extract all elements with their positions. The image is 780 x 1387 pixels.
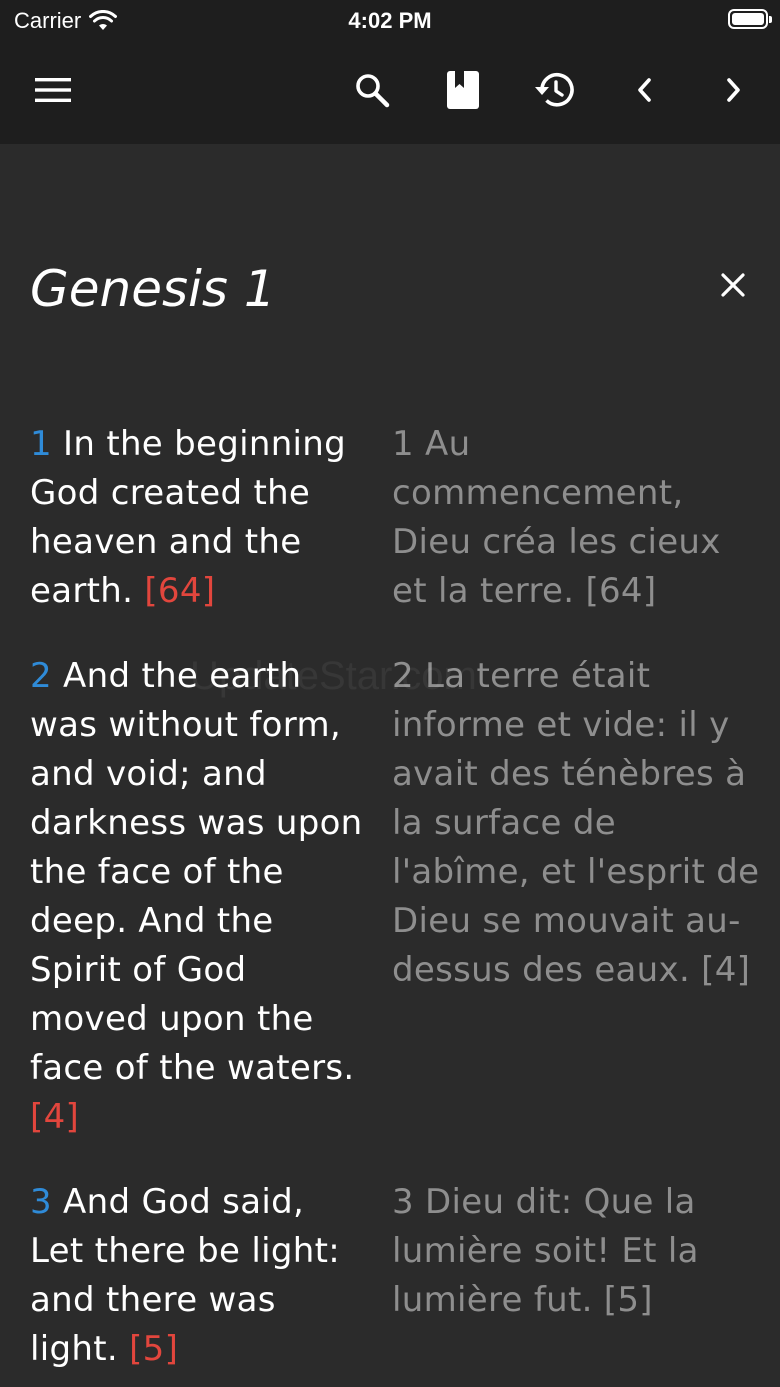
status-time: 4:02 PM	[348, 8, 432, 33]
verse-row[interactable]: 3 And God said, Let there be light: and …	[30, 1178, 760, 1374]
chapter-content[interactable]: Genesis 1 1 In the beginning God created…	[0, 144, 780, 1387]
verse-number: 1	[30, 424, 52, 464]
close-button[interactable]	[710, 262, 756, 308]
verse-english: 3 And God said, Let there be light: and …	[30, 1178, 368, 1374]
cross-reference-link[interactable]: [5]	[129, 1329, 178, 1369]
chapter-title: Genesis 1	[30, 260, 276, 318]
verse-french: 2 La terre était informe et vide: il y a…	[392, 656, 760, 990]
verse-french: 1 Au commencement, Dieu créa les cieux e…	[392, 424, 721, 611]
next-chapter-button[interactable]	[706, 62, 762, 118]
chevron-left-icon	[638, 78, 651, 102]
verse-number: 3	[30, 1182, 52, 1222]
cross-reference-link[interactable]: [4]	[30, 1097, 79, 1137]
menu-button[interactable]	[25, 62, 81, 118]
search-icon	[356, 74, 390, 108]
verse-number: 2	[30, 656, 52, 696]
history-button[interactable]	[525, 62, 581, 118]
history-icon	[535, 73, 574, 107]
verse-french: 3 Dieu dit: Que la lumière soit! Et la l…	[392, 1182, 699, 1320]
verse-list: 1 In the beginning God created the heave…	[30, 420, 760, 1387]
verse-row[interactable]: 1 In the beginning God created the heave…	[30, 420, 760, 616]
close-icon	[721, 273, 745, 297]
verse-english: 2 And the earth was without form, and vo…	[30, 652, 368, 1142]
previous-chapter-button[interactable]	[616, 62, 672, 118]
bookmark-icon	[447, 71, 479, 109]
cross-reference-link[interactable]: [64]	[144, 571, 215, 611]
battery-icon	[728, 9, 772, 29]
search-button[interactable]	[344, 62, 400, 118]
chevron-right-icon	[727, 78, 740, 102]
menu-icon	[35, 78, 71, 102]
verse-text: And the earth was without form, and void…	[30, 656, 363, 1088]
verse-row[interactable]: 2 And the earth was without form, and vo…	[30, 652, 760, 1142]
status-bar: Carrier 4:02 PM	[0, 0, 780, 40]
toolbar	[0, 40, 780, 144]
verse-english: 1 In the beginning God created the heave…	[30, 420, 368, 616]
bookmark-button[interactable]	[435, 62, 491, 118]
verse-text: And God said, Let there be light: and th…	[30, 1182, 340, 1369]
